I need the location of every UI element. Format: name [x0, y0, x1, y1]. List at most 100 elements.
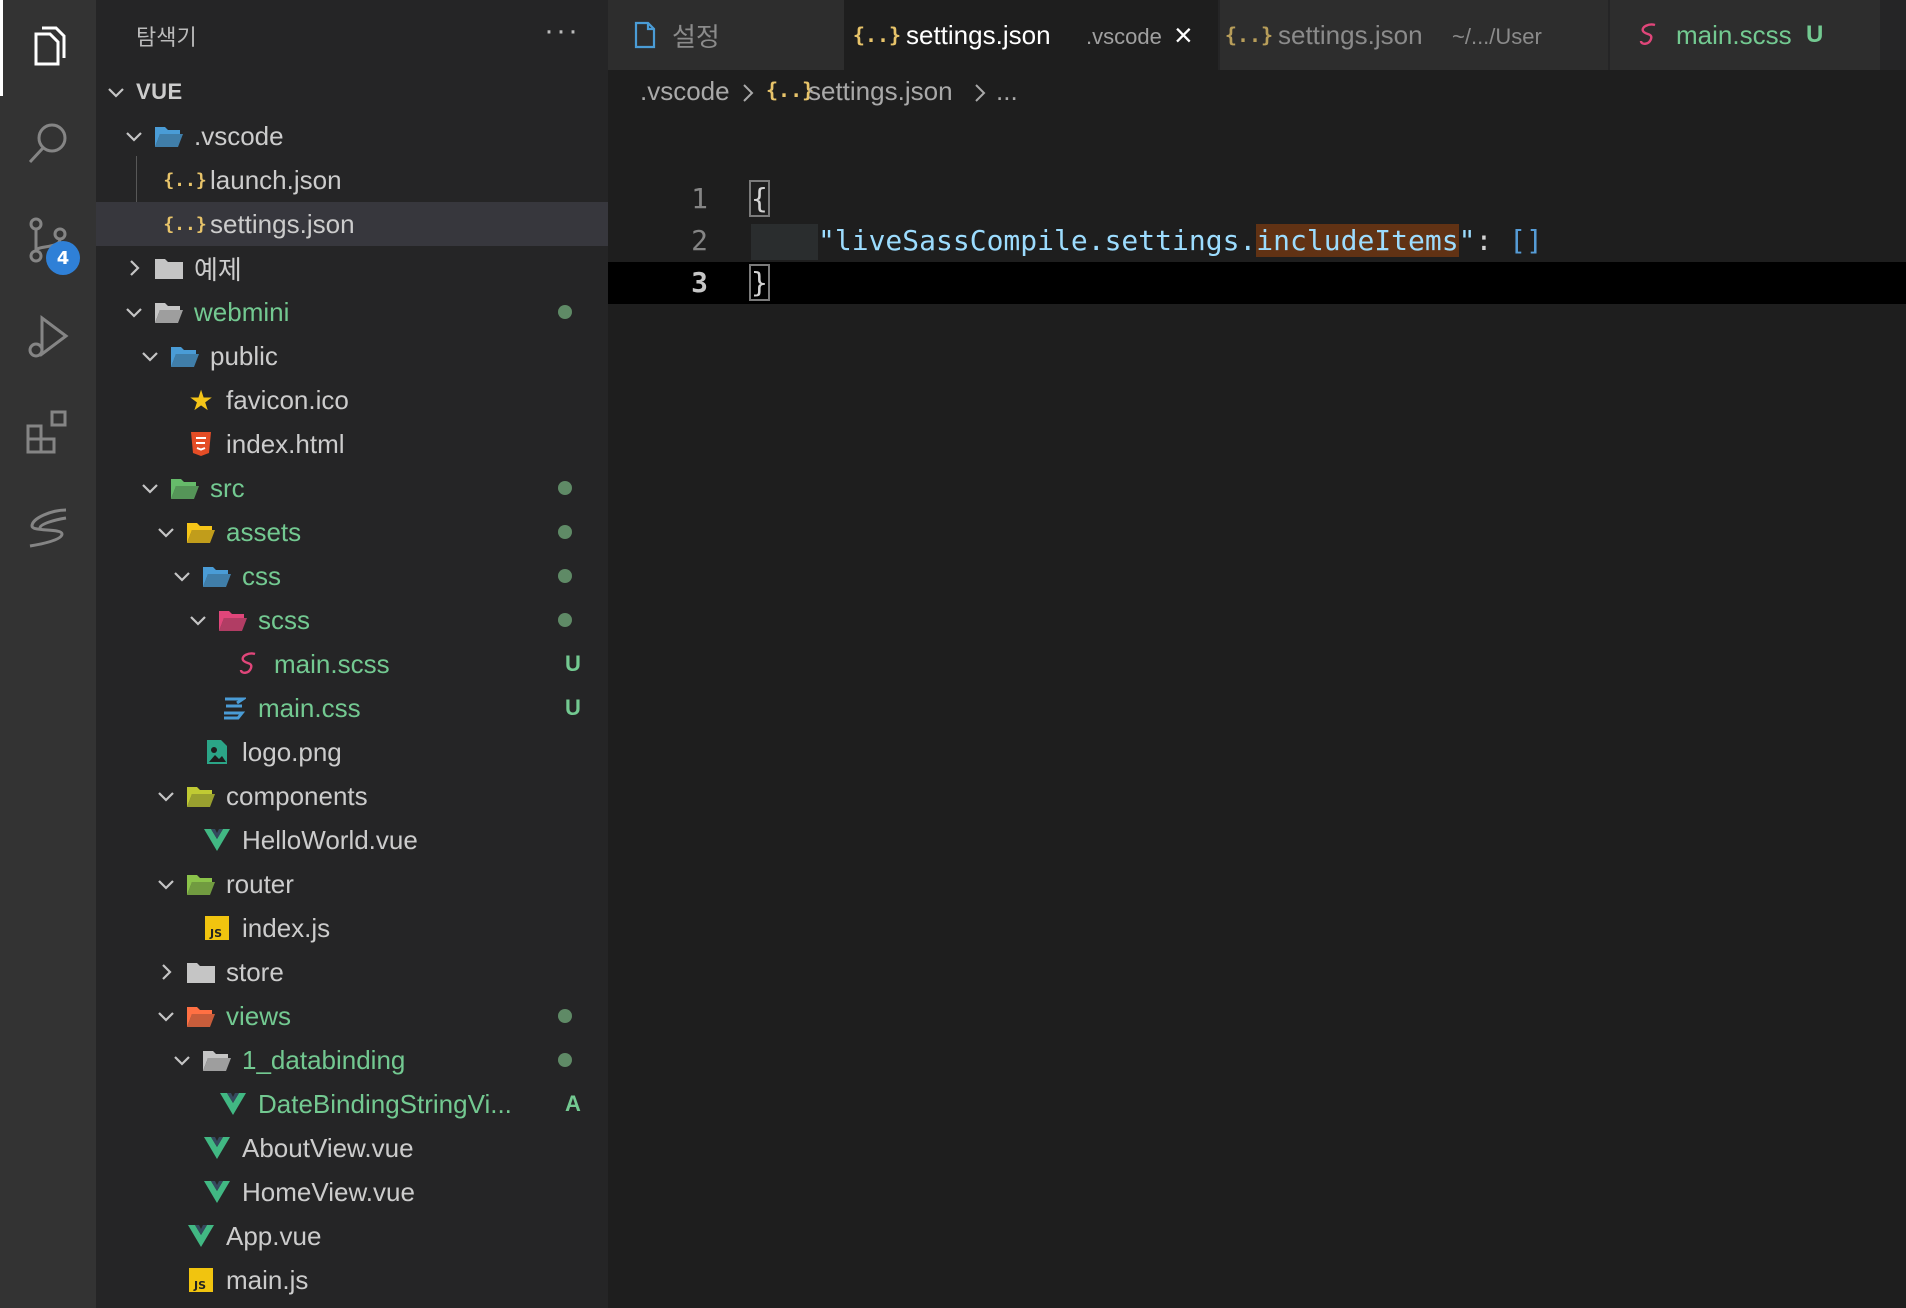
- modified-dot: [558, 481, 572, 495]
- html5-icon: [186, 429, 216, 459]
- tree-item-label: webmini: [194, 296, 290, 327]
- tree-file[interactable]: main.css U: [96, 686, 608, 730]
- tree-item-label: scss: [258, 604, 310, 635]
- tree-file[interactable]: AboutView.vue: [96, 1126, 608, 1170]
- tree-folder[interactable]: assets: [96, 510, 608, 554]
- modified-dot: [558, 305, 572, 319]
- editor-tabs: 설정 {..} settings.json .vscode × {..} set…: [608, 0, 1906, 70]
- explorer-sidebar: 탐색기 ··· VUE .vscode {..} launch.json {..} se…: [96, 0, 608, 1308]
- tree-item-label: assets: [226, 516, 302, 547]
- folder-open-icon: [202, 1045, 232, 1075]
- code-text: {: [749, 180, 770, 217]
- extensions-icon: [26, 410, 67, 454]
- vue-icon: [218, 1089, 248, 1119]
- tab-settings-json-vscode[interactable]: {..} settings.json .vscode ×: [844, 0, 1218, 70]
- modified-dot: [558, 1053, 572, 1067]
- chevron-down-icon: [126, 308, 142, 318]
- sass-file-icon: [234, 649, 264, 679]
- modified-dot: [558, 1009, 572, 1023]
- tree-folder[interactable]: components: [96, 774, 608, 818]
- modified-dot: [558, 613, 572, 627]
- tree-folder[interactable]: public: [96, 334, 608, 378]
- chevron-down-icon: [142, 484, 158, 494]
- sass-button[interactable]: [0, 480, 96, 576]
- code-line: 2 "liveSassCompile.settings.includeItems…: [608, 220, 1906, 262]
- tree-file[interactable]: index.html: [96, 422, 608, 466]
- tree-item-label: src: [210, 472, 245, 503]
- json-key-prefix: "liveSassCompile.settings.: [818, 224, 1257, 257]
- tree-file[interactable]: {..} launch.json: [96, 158, 608, 202]
- tab-settings-ui[interactable]: 설정: [608, 0, 844, 70]
- modified-dot: [558, 569, 572, 583]
- tree-file[interactable]: HelloWorld.vue: [96, 818, 608, 862]
- tab-description: .vscode: [1086, 24, 1162, 49]
- workspace-root-label: VUE: [136, 79, 183, 104]
- tree-folder[interactable]: router: [96, 862, 608, 906]
- run-debug-button[interactable]: [0, 288, 96, 384]
- chevron-down-icon: [158, 1012, 174, 1022]
- tree-file[interactable]: JS index.js: [96, 906, 608, 950]
- breadcrumb-item[interactable]: .vscode: [640, 76, 730, 107]
- folder-icon: [186, 957, 216, 987]
- chevron-right-icon: [740, 80, 756, 111]
- tree-file[interactable]: DateBindingStringVi... A: [96, 1082, 608, 1126]
- line-number: 2: [691, 224, 708, 257]
- tab-label: 설정: [672, 21, 720, 52]
- chevron-down-icon: [142, 352, 158, 362]
- tree-file[interactable]: logo.png: [96, 730, 608, 774]
- tree-folder[interactable]: views: [96, 994, 608, 1038]
- code-editor[interactable]: 1 { 2 "liveSassCompile.settings.includeI…: [608, 116, 1906, 1308]
- tree-file[interactable]: {..} settings.json: [96, 202, 608, 246]
- tree-item-label: views: [226, 1000, 292, 1031]
- tree-folder[interactable]: 1_databinding: [96, 1038, 608, 1082]
- folder-icon: [154, 253, 184, 283]
- tree-item-label: HomeView.vue: [242, 1176, 415, 1207]
- sass-file-icon: [1634, 20, 1664, 50]
- json-icon: {..}: [1224, 23, 1274, 47]
- code-text: "liveSassCompile.settings.includeItems":…: [818, 224, 1543, 257]
- tree-file[interactable]: ★ favicon.ico: [96, 378, 608, 422]
- tree-folder[interactable]: webmini: [96, 290, 608, 334]
- tree-item-label: logo.png: [242, 736, 342, 767]
- chevron-right-icon: [130, 260, 140, 276]
- chevron-down-icon: [174, 1056, 190, 1066]
- workspace-root[interactable]: VUE: [96, 70, 608, 114]
- tree-item-label: AboutView.vue: [242, 1132, 414, 1163]
- tree-file[interactable]: HomeView.vue: [96, 1170, 608, 1214]
- tree-folder[interactable]: scss: [96, 598, 608, 642]
- tab-label: main.scss: [1676, 19, 1792, 50]
- tree-item-label: .vscode: [194, 120, 284, 151]
- explorer-button[interactable]: [0, 0, 96, 96]
- sass-icon: [29, 508, 67, 548]
- tree-folder[interactable]: .vscode: [96, 114, 608, 158]
- chevron-down-icon: [108, 88, 124, 98]
- tree-file[interactable]: main.scss U: [96, 642, 608, 686]
- svg-text:JS: JS: [209, 927, 222, 940]
- source-control-badge: 4: [46, 241, 80, 275]
- tree-file[interactable]: JS main.js: [96, 1258, 608, 1302]
- tree-folder[interactable]: css: [96, 554, 608, 598]
- close-icon[interactable]: ×: [1174, 17, 1193, 54]
- assets-folder-icon: [186, 517, 216, 547]
- code-text: }: [749, 264, 770, 301]
- breadcrumb-item[interactable]: settings.json: [808, 76, 953, 107]
- git-status-badge: A: [565, 1091, 581, 1116]
- tree-folder[interactable]: src: [96, 466, 608, 510]
- extensions-button[interactable]: [0, 384, 96, 480]
- tree-item-label: css: [242, 560, 281, 591]
- chevron-right-icon: [162, 964, 172, 980]
- public-folder-icon: [170, 341, 200, 371]
- tree-folder[interactable]: 예제: [96, 246, 608, 290]
- folder-open-icon: [154, 297, 184, 327]
- tree-file[interactable]: App.vue: [96, 1214, 608, 1258]
- more-actions-icon[interactable]: ···: [544, 14, 580, 48]
- breadcrumb-item[interactable]: ...: [996, 76, 1018, 107]
- tab-settings-json-user[interactable]: {..} settings.json ~/.../User: [1220, 0, 1608, 70]
- tab-main-scss[interactable]: main.scss U: [1610, 0, 1880, 70]
- source-control-button[interactable]: 4: [0, 192, 96, 288]
- tree-item-label: main.js: [226, 1264, 309, 1295]
- search-button[interactable]: [0, 96, 96, 192]
- tab-description: ~/.../User: [1452, 24, 1542, 49]
- tree-folder[interactable]: store: [96, 950, 608, 994]
- json-key-highlight: includeItems: [1256, 224, 1459, 257]
